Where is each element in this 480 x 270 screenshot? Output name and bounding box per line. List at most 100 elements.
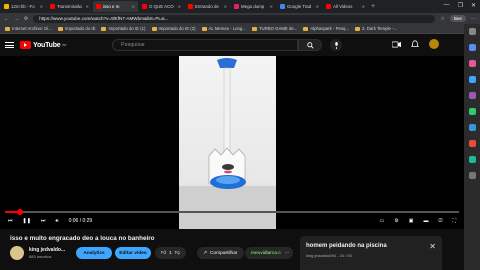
hamburger-menu-icon[interactable]	[5, 42, 14, 48]
create-icon[interactable]	[392, 41, 401, 48]
logo-text: YouTube	[33, 41, 61, 49]
bookmark-item[interactable]: Alphaspark - Pesq...	[303, 26, 349, 31]
reload-icon[interactable]: ⟳	[24, 16, 28, 22]
back-icon[interactable]: ←	[4, 16, 9, 22]
share-button[interactable]: ↗ Compartilhar	[197, 247, 244, 259]
video-frame[interactable]	[179, 56, 276, 229]
share-label: Compartilhar	[210, 250, 238, 256]
like-button[interactable]: 👍︎ 1 👎︎	[155, 247, 186, 259]
browser-tab[interactable]: 12m:hb - Fo ✕	[1, 1, 46, 12]
address-bar: ← → ⟳ https://www.youtube.com/watch?v=9l…	[0, 13, 480, 24]
shopping-icon[interactable]	[468, 140, 476, 147]
minimize-button[interactable]: —	[444, 2, 450, 9]
channel-name[interactable]: king jedvaldo...	[29, 247, 65, 253]
browser-tab[interactable]: Entrando de ✕	[185, 1, 230, 12]
office-icon[interactable]	[468, 108, 476, 115]
theater-mode-icon[interactable]: ▬	[423, 218, 428, 224]
account-avatar[interactable]	[429, 39, 439, 49]
tab-favicon-icon	[4, 4, 9, 9]
browser-tab[interactable]: Google Trad ✕	[277, 1, 322, 12]
close-icon[interactable]: ✕	[429, 242, 436, 251]
tools-icon[interactable]	[468, 76, 476, 83]
progress-bar[interactable]	[5, 209, 459, 215]
profile-button[interactable]: Bee	[449, 15, 466, 22]
tab-close-icon[interactable]: ✕	[132, 4, 135, 9]
browser-menu-icon[interactable]: ⋯	[471, 16, 476, 22]
thumbs-down-icon[interactable]: 👎︎	[175, 251, 180, 256]
browser-tab-strip: 12m:hb - Fo ✕ Transmissão ✕ isso e m ✕ O QUE A…	[0, 0, 480, 13]
outlook-icon[interactable]	[468, 124, 476, 131]
search-input[interactable]: Pesquisar	[112, 39, 298, 51]
folder-icon	[5, 26, 10, 31]
tab-favicon-icon	[326, 4, 331, 9]
folder-icon	[303, 26, 309, 31]
add-icon[interactable]	[468, 172, 476, 179]
miniplayer-icon[interactable]: ▣	[409, 218, 414, 224]
new-tab-button[interactable]: +	[371, 3, 375, 10]
playlist-panel[interactable]: homem peidando na piscina king jedvaldo5…	[300, 236, 442, 270]
bookmark-label: Importado do IE	[64, 26, 96, 31]
bookmark-label: Alphaspark - Pesq...	[310, 26, 350, 31]
channel-avatar[interactable]	[10, 246, 24, 260]
bookmark-item[interactable]: Importado do IE (2)	[151, 26, 196, 31]
volume-icon[interactable]: 🔊︎	[55, 218, 58, 224]
next-icon[interactable]: ⏭	[41, 218, 46, 224]
drop-icon[interactable]	[468, 156, 476, 163]
more-actions-button[interactable]: ⋯	[281, 247, 293, 259]
tab-label: All Videos	[333, 4, 353, 9]
browser-tab[interactable]: Mega dump ✕	[231, 1, 276, 12]
video-title: isso e muito engracado deo a louca no ba…	[10, 235, 155, 242]
fullscreen-icon[interactable]: ⛶	[452, 218, 456, 224]
previous-icon[interactable]: ⏮	[8, 218, 13, 224]
bookmark-item[interactable]: Importado do IE	[57, 26, 96, 31]
tab-close-icon[interactable]: ✕	[224, 4, 227, 9]
logo-country: BR	[62, 43, 67, 47]
browser-tab[interactable]: All Videos ✕	[323, 1, 368, 12]
youtube-logo[interactable]: YouTube BR	[20, 41, 66, 49]
folder-icon	[251, 26, 257, 31]
search-button[interactable]	[298, 39, 322, 51]
bookmark-item[interactable]: AL Memes - Long...	[201, 26, 246, 31]
bookmark-item[interactable]: TURBO GAME de...	[251, 26, 297, 31]
youtube-play-icon	[20, 41, 31, 49]
voice-search-button[interactable]	[330, 39, 342, 51]
browser-tab[interactable]: Transmissão ✕	[47, 1, 92, 12]
tab-close-icon[interactable]: ✕	[362, 4, 365, 9]
settings-icon[interactable]: ⚙	[394, 218, 398, 224]
bookmark-item[interactable]: Importado do IE (1)	[101, 26, 146, 31]
bookmark-item[interactable]: Internet Archive: Di...	[5, 26, 52, 31]
cast-icon[interactable]: ⎚	[438, 218, 442, 224]
bookmark-label: Importado do IE (1)	[108, 26, 146, 31]
close-window-button[interactable]: ✕	[471, 2, 476, 9]
bookmark-item[interactable]: 2. Dark Temple -...	[355, 26, 397, 31]
browser-tab[interactable]: O QUE ACO ✕	[139, 1, 184, 12]
analytics-button[interactable]: Analytics	[76, 247, 112, 259]
tab-label: isso e m	[103, 4, 120, 9]
tab-close-icon[interactable]: ✕	[178, 4, 181, 9]
thumbs-up-icon: 👍︎	[161, 250, 167, 256]
maximize-button[interactable]: ❐	[458, 2, 463, 9]
subtitles-icon[interactable]: ▭	[380, 218, 385, 224]
tab-label: 12m:hb - Fo	[11, 4, 35, 9]
url-field[interactable]: https://www.youtube.com/watch?v=9lKfN7-A…	[33, 14, 436, 23]
notifications-icon[interactable]	[411, 40, 419, 48]
forward-icon[interactable]: →	[14, 16, 19, 22]
games-icon[interactable]	[468, 92, 476, 99]
favorites-icon[interactable]	[468, 44, 476, 51]
pause-icon[interactable]: ❚❚	[23, 218, 31, 224]
tab-favicon-icon	[50, 4, 55, 9]
edit-video-button[interactable]: Editar vídeo	[115, 247, 151, 259]
like-count: 1	[169, 250, 172, 256]
tab-close-icon[interactable]: ✕	[316, 4, 319, 9]
video-player[interactable]: ⏮ ❚❚ ⏭ 🔊︎ 0:06 / 0:29 ▭ ⚙ ▣ ▬ ⎚ ⛶	[0, 56, 464, 229]
channel-subscribers: 883 inscritos	[29, 254, 52, 259]
bookmark-label: 2. Dark Temple -...	[362, 26, 398, 31]
folder-icon	[201, 26, 207, 31]
tab-close-icon[interactable]: ✕	[270, 4, 273, 9]
star-icon[interactable]: ☆	[440, 16, 444, 22]
browser-tab[interactable]: isso e m ✕	[93, 1, 138, 12]
tab-close-icon[interactable]: ✕	[40, 4, 43, 9]
tab-close-icon[interactable]: ✕	[86, 4, 89, 9]
collections-icon[interactable]	[468, 60, 476, 67]
search-icon[interactable]	[468, 28, 476, 35]
